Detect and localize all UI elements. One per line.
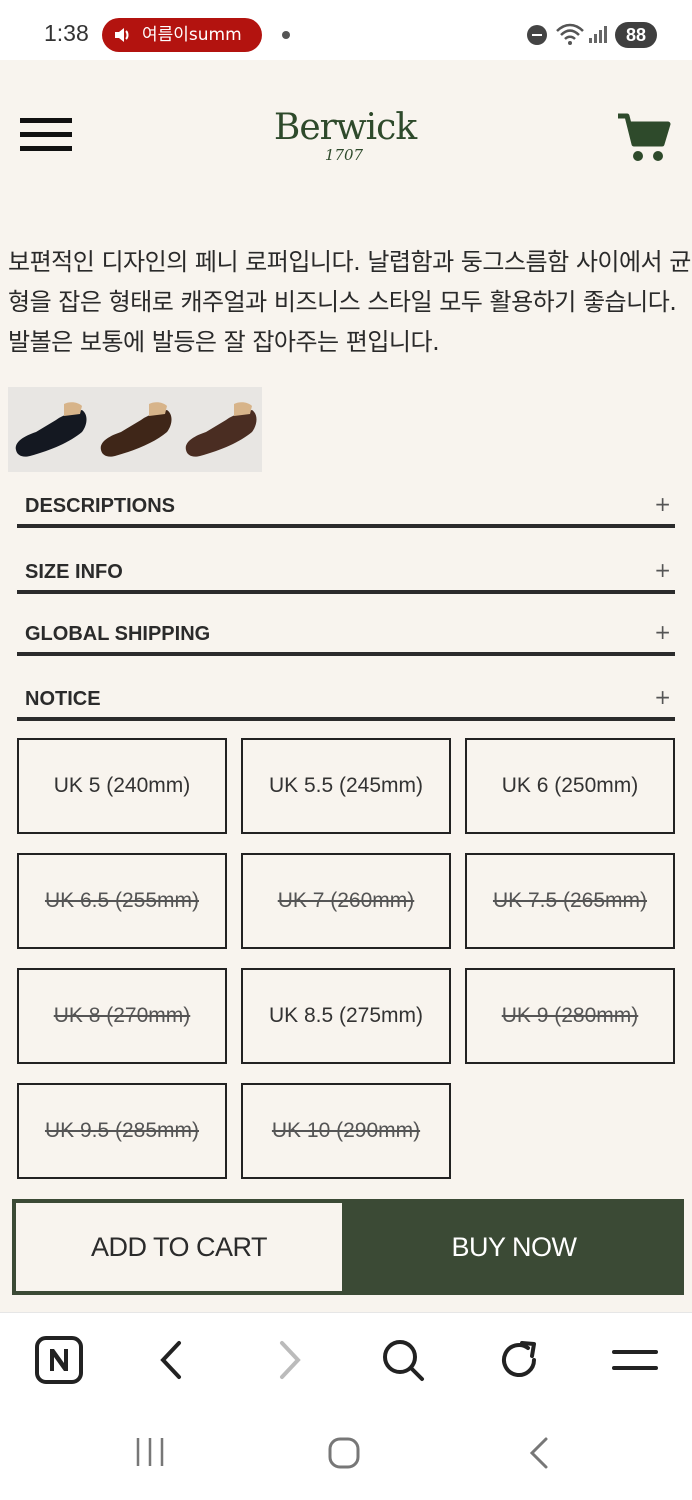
accordion-label: DESCRIPTIONS [25,495,176,517]
color-thumbnails [8,387,262,472]
more-menu-icon[interactable] [610,1335,660,1385]
search-icon[interactable] [378,1335,428,1385]
naver-home-icon[interactable] [34,1335,84,1385]
size-option-uk8-5[interactable]: UK 8.5 (275mm) [241,968,451,1064]
notification-dot-icon [282,31,290,39]
forward-arrow-icon[interactable] [264,1335,314,1385]
brand-logo[interactable]: Berwick 1707 [270,107,420,164]
accordion-label: GLOBAL SHIPPING [25,623,211,645]
recent-apps-icon[interactable] [134,1436,166,1468]
accordion-global-shipping[interactable]: GLOBAL SHIPPING + [17,608,675,656]
size-option-uk5[interactable]: UK 5 (240mm) [17,738,227,834]
back-arrow-icon[interactable] [147,1335,197,1385]
signal-icon [589,26,607,43]
buy-now-button[interactable]: BUY NOW [344,1199,684,1295]
accordion-notice[interactable]: NOTICE + [17,673,675,721]
size-option-uk9-5[interactable]: UK 9.5 (285mm) [17,1083,227,1179]
expand-plus-icon: + [654,558,671,582]
size-option-uk5-5[interactable]: UK 5.5 (245mm) [241,738,451,834]
home-icon[interactable] [327,1436,361,1470]
size-option-uk10[interactable]: UK 10 (290mm) [241,1083,451,1179]
brand-name: Berwick [273,107,417,148]
size-option-uk7-5[interactable]: UK 7.5 (265mm) [465,853,675,949]
speaker-icon [115,28,129,42]
back-icon[interactable] [526,1436,552,1470]
thumbnail-dark-brown-loafer[interactable] [180,392,260,468]
accordion-label: SIZE INFO [25,561,123,583]
expand-plus-icon: + [654,620,671,644]
size-option-uk9[interactable]: UK 9 (280mm) [465,968,675,1064]
thumbnail-navy-loafer[interactable] [10,392,90,468]
accordion-size-info[interactable]: SIZE INFO + [17,546,675,594]
size-option-uk6-5[interactable]: UK 6.5 (255mm) [17,853,227,949]
refresh-icon[interactable] [494,1335,544,1385]
wifi-icon [556,23,584,45]
media-title: 여름이summ [142,25,242,45]
product-page: Berwick 1707 보편적인 디자인의 페니 로퍼입니다. 날렵함과 둥그… [0,60,692,1312]
expand-plus-icon: + [654,685,671,709]
add-to-cart-button[interactable]: ADD TO CART [12,1199,346,1295]
expand-plus-icon: + [654,492,671,516]
cart-icon[interactable] [616,112,672,164]
thumbnail-brown-loafer[interactable] [95,392,175,468]
size-option-uk8[interactable]: UK 8 (270mm) [17,968,227,1064]
product-description: 보편적인 디자인의 페니 로퍼입니다. 날렵함과 둥그스름함 사이에서 균형을 … [8,248,691,356]
status-bar: 1:38 여름이summ 88 [0,0,692,60]
accordion-label: NOTICE [25,688,101,710]
media-playback-pill[interactable]: 여름이summ [102,18,262,52]
browser-toolbar [0,1312,692,1406]
do-not-disturb-icon [527,25,547,45]
brand-year: 1707 [324,146,364,164]
system-nav-bar [0,1406,692,1500]
accordion-descriptions[interactable]: DESCRIPTIONS + [17,480,675,528]
menu-icon[interactable] [20,118,72,154]
status-time: 1:38 [44,20,89,46]
size-option-uk6[interactable]: UK 6 (250mm) [465,738,675,834]
battery-indicator: 88 [615,22,657,48]
size-option-uk7[interactable]: UK 7 (260mm) [241,853,451,949]
